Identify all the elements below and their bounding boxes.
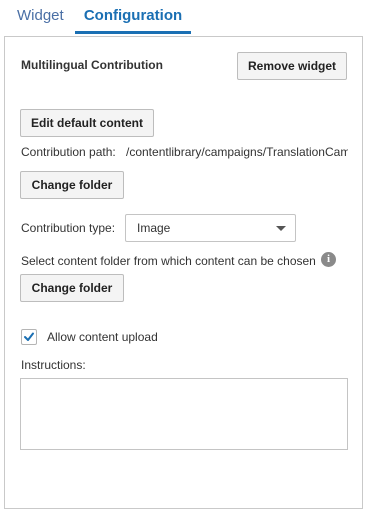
instructions-textarea[interactable] (20, 378, 348, 450)
remove-widget-button[interactable]: Remove widget (237, 52, 347, 80)
info-icon[interactable]: i (321, 252, 336, 267)
select-content-folder-text: Select content folder from which content… (21, 254, 316, 268)
chevron-down-icon (276, 226, 286, 231)
instructions-label: Instructions: (21, 358, 86, 372)
contribution-path-label: Contribution path: (21, 145, 116, 159)
page-root: Widget Configuration Multilingual Contri… (0, 0, 367, 514)
widget-title: Multilingual Contribution (21, 58, 163, 72)
change-folder-button[interactable]: Change folder (20, 171, 124, 199)
allow-content-upload-checkbox[interactable] (21, 329, 37, 345)
contribution-type-value: Image (137, 221, 171, 235)
contribution-type-label: Contribution type: (21, 221, 116, 235)
tab-bar: Widget Configuration (0, 0, 367, 36)
tab-widget[interactable]: Widget (17, 0, 64, 34)
contribution-path-value: /contentlibrary/campaigns/TranslationCam (126, 145, 348, 159)
allow-content-upload-label: Allow content upload (47, 330, 158, 344)
change-content-folder-button[interactable]: Change folder (20, 274, 124, 302)
configuration-panel: Multilingual Contribution Remove widget … (4, 36, 363, 509)
contribution-type-select[interactable]: Image (125, 214, 296, 242)
checkmark-icon (24, 332, 34, 341)
tab-configuration[interactable]: Configuration (75, 0, 191, 34)
edit-default-content-button[interactable]: Edit default content (20, 109, 154, 137)
